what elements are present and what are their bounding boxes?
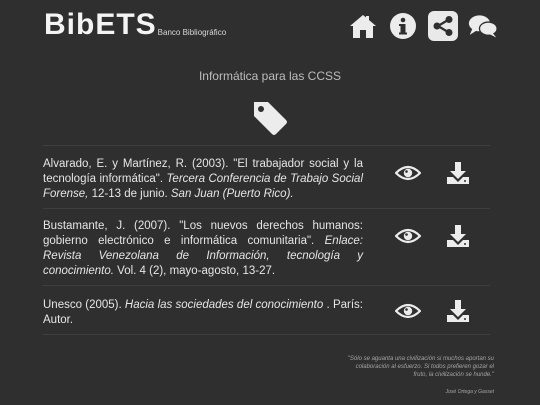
reference-actions <box>394 223 472 249</box>
eye-icon <box>395 228 421 244</box>
eye-icon <box>395 303 421 319</box>
eye-icon <box>395 165 421 181</box>
download-button[interactable] <box>444 223 472 249</box>
info-icon <box>390 13 416 39</box>
footer-quote-author: José Ortega y Gasset <box>445 389 494 395</box>
download-button[interactable] <box>444 298 472 324</box>
logo-text: BibETS <box>44 8 157 41</box>
logo[interactable]: BibETS Banco Bibliográfico <box>44 10 226 40</box>
reference-italic-part: San Juan (Puerto Rico). <box>170 188 294 200</box>
download-icon <box>447 300 469 322</box>
share-button[interactable] <box>428 11 458 41</box>
home-button[interactable] <box>348 11 378 41</box>
reference-text: Alvarado, E. y Martínez, R. (2003). "El … <box>43 146 363 202</box>
view-button[interactable] <box>394 160 422 186</box>
home-icon <box>350 15 376 38</box>
reference-item: Unesco (2005). Hacia las sociedades del … <box>43 285 490 335</box>
share-icon <box>433 16 453 36</box>
logo-subtitle: Banco Bibliográfico <box>157 28 227 37</box>
reference-part: Unesco (2005). <box>43 299 125 311</box>
download-icon <box>447 162 469 184</box>
reference-part: Vol. 4 (2), mayo-agosto, 13-27. <box>113 265 276 277</box>
reference-item: Alvarado, E. y Martínez, R. (2003). "El … <box>43 145 490 208</box>
reference-part: 12-13 de junio. <box>88 188 171 200</box>
info-button[interactable] <box>388 11 418 41</box>
footer-quote: "Sólo se aguanta una civilización si muc… <box>347 356 494 378</box>
reference-text: Unesco (2005). Hacia las sociedades del … <box>43 286 363 328</box>
download-button[interactable] <box>444 160 472 186</box>
category-title: Informática para las CCSS <box>198 69 342 83</box>
reference-italic-part: Hacia las sociedades del conocimiento <box>124 299 324 311</box>
view-button[interactable] <box>394 223 422 249</box>
reference-text: Bustamante, J. (2007). "Los nuevos derec… <box>43 209 363 279</box>
view-button[interactable] <box>394 298 422 324</box>
reference-list: Alvarado, E. y Martínez, R. (2003). "El … <box>43 145 490 335</box>
reference-item: Bustamante, J. (2007). "Los nuevos derec… <box>43 208 490 285</box>
reference-part: Bustamante, J. (2007). "Los nuevos derec… <box>43 220 363 247</box>
tag-icon <box>254 102 287 135</box>
top-nav <box>348 11 498 41</box>
header: BibETS Banco Bibliográfico <box>0 0 540 52</box>
chat-button[interactable] <box>468 11 498 41</box>
chat-icon <box>468 15 498 38</box>
download-icon <box>447 225 469 247</box>
reference-actions <box>394 160 472 186</box>
reference-actions <box>394 298 472 324</box>
